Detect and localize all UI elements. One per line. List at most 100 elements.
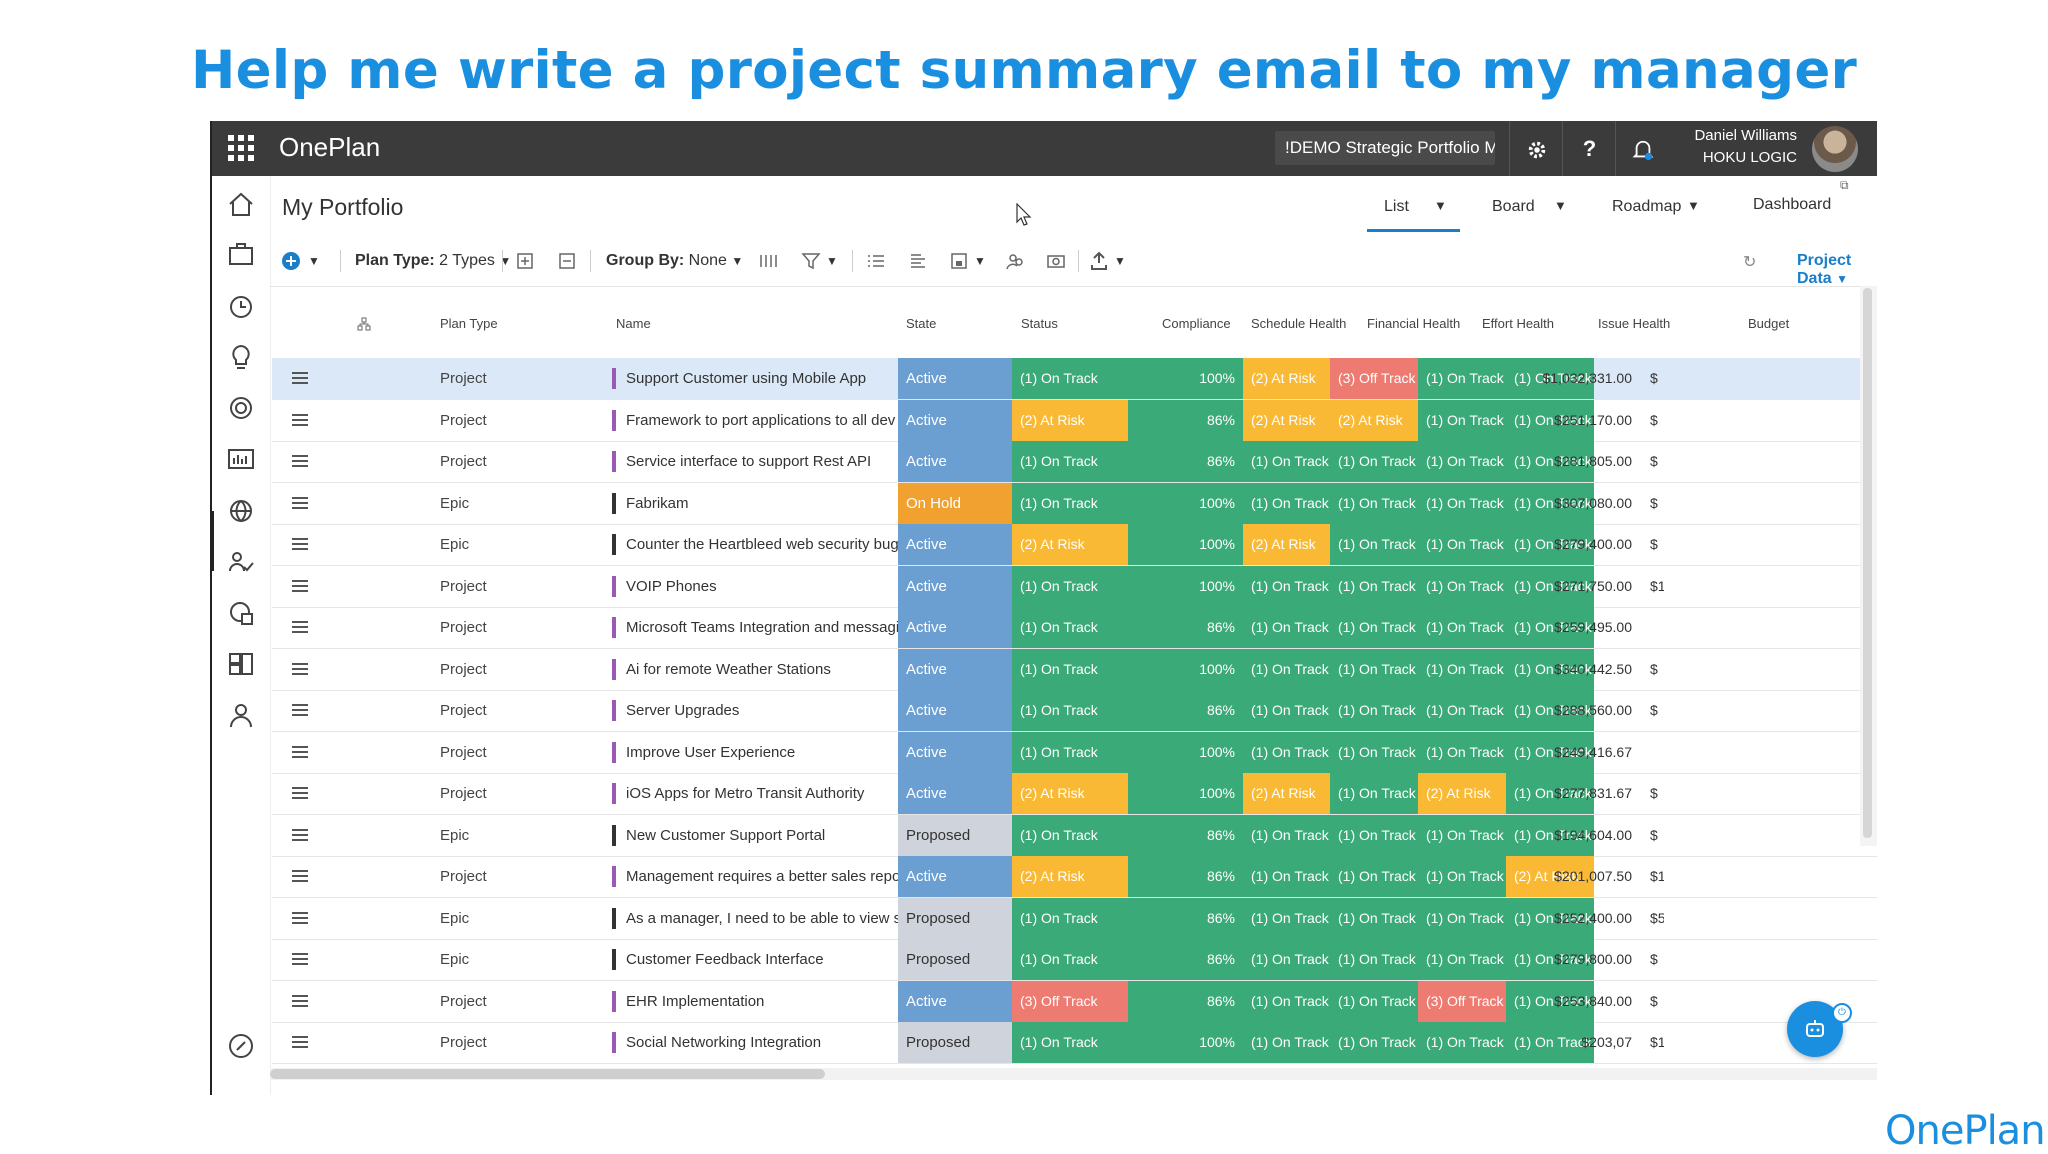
name-cell[interactable]: Ai for remote Weather Stations <box>612 658 898 680</box>
timesheet-icon[interactable] <box>226 291 256 321</box>
row-menu-icon[interactable] <box>292 372 308 384</box>
name-cell[interactable]: New Customer Support Portal <box>612 824 898 846</box>
add-icon[interactable] <box>280 250 302 272</box>
person-icon[interactable] <box>226 700 256 730</box>
name-cell[interactable]: Fabrikam <box>612 492 898 514</box>
resources-icon[interactable] <box>226 547 256 577</box>
export-icon[interactable] <box>1088 250 1110 272</box>
table-row[interactable]: Project Support Customer using Mobile App… <box>272 358 1877 400</box>
row-menu-icon[interactable] <box>292 828 308 841</box>
chevron-down-icon[interactable]: ▼ <box>974 254 986 268</box>
row-menu-icon[interactable] <box>292 1036 308 1048</box>
name-cell[interactable]: Server Upgrades <box>612 700 898 721</box>
row-menu-icon[interactable] <box>292 496 308 509</box>
name-cell[interactable]: Support Customer using Mobile App <box>612 368 898 389</box>
view-roadmap-tab[interactable]: Roadmap <box>1612 198 1681 216</box>
table-row[interactable]: Project Social Networking Integration Prop… <box>272 1022 1877 1064</box>
chevron-down-icon[interactable]: ▼ <box>826 254 838 268</box>
col-schedule-health[interactable]: Schedule Health <box>1251 316 1346 331</box>
table-row[interactable]: Epic Customer Feedback Interface Proposed 8… <box>272 939 1877 981</box>
view-board-tab[interactable]: Board <box>1492 198 1535 216</box>
filter-icon[interactable] <box>800 250 822 272</box>
user-info[interactable]: Daniel Williams HOKU LOGIC <box>1667 125 1797 169</box>
home-icon[interactable] <box>226 189 256 219</box>
app-launcher-icon[interactable] <box>228 135 254 161</box>
table-row[interactable]: Epic New Customer Support Portal Proposed 8… <box>272 814 1877 857</box>
camera-icon[interactable] <box>1045 250 1067 272</box>
row-menu-icon[interactable] <box>292 787 308 799</box>
col-status[interactable]: Status <box>1021 316 1058 331</box>
save-view-icon[interactable] <box>948 250 970 272</box>
collapse-all-icon[interactable] <box>556 250 578 272</box>
row-menu-icon[interactable] <box>292 911 308 924</box>
col-financial-health[interactable]: Financial Health <box>1367 316 1460 331</box>
columns-icon[interactable] <box>757 250 779 272</box>
name-cell[interactable]: EHR Implementation <box>612 990 898 1012</box>
popout-icon[interactable]: ⧉ <box>1840 178 1849 193</box>
row-menu-icon[interactable] <box>292 579 308 592</box>
row-menu-icon[interactable] <box>292 994 308 1007</box>
settings-gear-icon[interactable] <box>1509 121 1563 176</box>
name-cell[interactable]: Management requires a better sales repo <box>612 866 898 887</box>
name-cell[interactable]: Service interface to support Rest API <box>612 451 898 472</box>
avatar[interactable] <box>1812 126 1858 172</box>
name-cell[interactable]: Counter the Heartbleed web security bug <box>612 534 898 555</box>
col-issue-health[interactable]: Issue Health <box>1598 316 1670 331</box>
row-menu-icon[interactable] <box>292 413 308 426</box>
table-row[interactable]: Epic As a manager, I need to be able to v… <box>272 897 1877 940</box>
target-icon[interactable] <box>226 393 256 423</box>
table-row[interactable]: Project Server Upgrades Active 86% (1) On Tr… <box>272 690 1877 732</box>
vertical-scrollbar[interactable] <box>1860 286 1877 846</box>
name-cell[interactable]: As a manager, I need to be able to view … <box>612 907 898 929</box>
lightbulb-icon[interactable] <box>226 342 256 372</box>
col-name[interactable]: Name <box>616 316 651 331</box>
portfolio-chart-icon[interactable] <box>226 444 256 474</box>
table-row[interactable]: Project Service interface to support Rest… <box>272 441 1877 483</box>
people-icon[interactable] <box>1004 250 1026 272</box>
layout-icon[interactable] <box>226 649 256 679</box>
row-menu-icon[interactable] <box>292 704 308 716</box>
table-row[interactable]: Project EHR Implementation Active 86% (3) Of… <box>272 980 1877 1023</box>
chevron-down-icon[interactable]: ▼ <box>1114 254 1126 268</box>
chevron-down-icon[interactable]: ▼ <box>308 254 320 268</box>
row-menu-icon[interactable] <box>292 455 308 467</box>
view-dashboard-tab[interactable]: Dashboard <box>1753 196 1831 214</box>
name-cell[interactable]: Social Networking Integration <box>612 1032 898 1053</box>
table-row[interactable]: Epic Fabrikam On Hold 100% (1) On Track (1) O… <box>272 482 1877 525</box>
reports-globe-icon[interactable] <box>226 598 256 628</box>
table-row[interactable]: Epic Counter the Heartbleed web security … <box>272 524 1877 566</box>
expand-all-icon[interactable] <box>514 250 536 272</box>
table-row[interactable]: Project iOS Apps for Metro Transit Author… <box>272 773 1877 815</box>
row-menu-icon[interactable] <box>292 538 308 550</box>
name-cell[interactable]: iOS Apps for Metro Transit Authority <box>612 783 898 804</box>
col-budget[interactable]: Budget <box>1748 316 1789 331</box>
help-icon[interactable]: ? <box>1562 121 1616 176</box>
table-row[interactable]: Project Framework to port applications to… <box>272 399 1877 442</box>
align-icon[interactable] <box>907 250 929 272</box>
name-cell[interactable]: Framework to port applications to all de… <box>612 409 898 431</box>
name-cell[interactable]: VOIP Phones <box>612 575 898 597</box>
col-state[interactable]: State <box>906 316 936 331</box>
briefcase-icon[interactable] <box>226 239 256 269</box>
project-data-selector[interactable]: Project Data ▼ <box>1797 252 1877 288</box>
plan-type-filter[interactable]: Plan Type: 2 Types ▼ <box>355 252 511 270</box>
group-by-selector[interactable]: Group By: None ▼ <box>606 252 743 270</box>
name-cell[interactable]: Microsoft Teams Integration and messagi <box>612 617 898 638</box>
globe-icon[interactable] <box>226 496 256 526</box>
col-plan-type[interactable]: Plan Type <box>440 316 498 331</box>
view-list-tab[interactable]: List <box>1384 198 1409 216</box>
name-cell[interactable]: Improve User Experience <box>612 741 898 763</box>
table-row[interactable]: Project Microsoft Teams Integration and m… <box>272 607 1877 649</box>
horizontal-scrollbar[interactable] <box>270 1068 1877 1080</box>
hierarchy-icon[interactable] <box>357 317 371 331</box>
chevron-down-icon[interactable]: ▼ <box>1434 198 1447 213</box>
refresh-icon[interactable]: ↻ <box>1743 252 1756 272</box>
row-menu-icon[interactable] <box>292 870 308 882</box>
col-compliance[interactable]: Compliance <box>1162 316 1231 331</box>
col-effort-health[interactable]: Effort Health <box>1482 316 1554 331</box>
chevron-down-icon[interactable]: ▼ <box>1687 198 1700 213</box>
chevron-down-icon[interactable]: ▼ <box>1554 198 1567 213</box>
list-icon[interactable] <box>865 250 887 272</box>
row-menu-icon[interactable] <box>292 662 308 675</box>
table-row[interactable]: Project Ai for remote Weather Stations Act… <box>272 648 1877 691</box>
